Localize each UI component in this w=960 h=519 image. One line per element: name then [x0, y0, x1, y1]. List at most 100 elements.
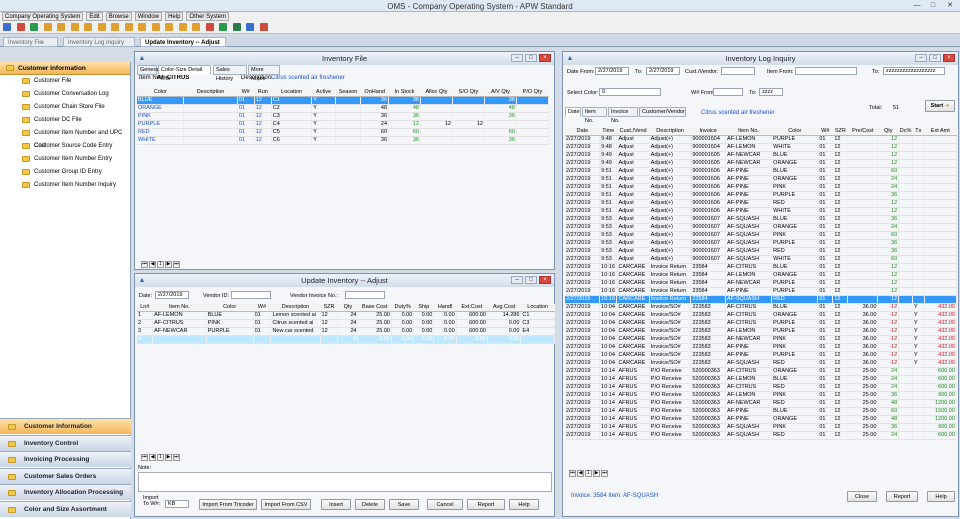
close-icon[interactable]: ×: [943, 54, 955, 62]
update-action-button[interactable]: Import From CSV: [261, 499, 311, 510]
column-header[interactable]: Ext.Cost: [456, 304, 488, 313]
doc-tab[interactable]: Update Inventory -- Adjust: [140, 37, 226, 47]
restore-icon[interactable]: □: [929, 54, 941, 62]
toolbar-button-icon[interactable]: [178, 23, 187, 31]
item-to-field[interactable]: zzzzzzzzzzzzzzzzzz: [883, 67, 945, 75]
table-row[interactable]: 3 AF-NEWCAR PURPLE 01 New car scented 12 24 25.…: [137, 327, 555, 337]
table-row[interactable]: 2/27/2019 10:14 AFRUS P/O Receive 520000363 A…: [565, 383, 958, 393]
nav-item[interactable]: Customer DC File: [0, 114, 130, 127]
table-row[interactable]: 2/27/2019 10:04 CARCARE Invoice/SO# 223583 AF…: [565, 343, 958, 353]
column-header[interactable]: Season: [335, 89, 361, 98]
update-action-button[interactable]: Insert: [321, 499, 351, 510]
toolbar-button-icon[interactable]: [97, 23, 106, 31]
column-header[interactable]: Date: [565, 128, 600, 137]
column-header[interactable]: Ship: [413, 304, 434, 313]
nav-section[interactable]: Inventory Allocation Processing: [0, 484, 131, 500]
column-header[interactable]: A/V Qty: [484, 89, 517, 98]
menu-item[interactable]: Help: [165, 12, 184, 21]
log-tab[interactable]: Invoice No.: [608, 107, 638, 124]
toolbar-button-icon[interactable]: [43, 23, 52, 31]
vendor-id-field[interactable]: [231, 291, 271, 299]
update-action-button[interactable]: Import From Tricoder: [199, 499, 257, 510]
table-row[interactable]: 2/27/2019 9:51 Adjust Adjust(+) 900001606 AF-…: [565, 191, 958, 201]
table-row[interactable]: RED 01 12 C5 Y 60 60 60: [137, 128, 550, 138]
inventory-grid[interactable]: Color Description W# Run Location Active Seaso…: [137, 89, 550, 146]
nav-section[interactable]: Inventory Control: [0, 434, 131, 451]
table-row[interactable]: 2/27/2019 9:51 Adjust Adjust(+) 900001606 AF-…: [565, 167, 958, 177]
toolbar-button-icon[interactable]: [259, 23, 268, 31]
toolbar-button-icon[interactable]: [124, 23, 133, 31]
table-row[interactable]: 2/27/2019 9:53 Adjust Adjust(+) 900001607 AF-…: [565, 231, 958, 241]
maximize-icon[interactable]: □: [926, 1, 940, 10]
column-header[interactable]: Location: [520, 304, 555, 313]
adjust-grid[interactable]: Ln# Item No. Color W# Description SZR Qty Base …: [137, 304, 555, 345]
table-row[interactable]: 4 0 0.00 0.00 0.00 0.00 0.00 0.00: [137, 335, 555, 345]
restore-icon[interactable]: □: [525, 276, 537, 284]
inventory-tab[interactable]: Color-Size Detail Info: [158, 65, 211, 82]
table-row[interactable]: 2/27/2019 10:04 CARCARE Invoice/SO# 223583 AF…: [565, 327, 958, 337]
table-row[interactable]: 2/27/2019 10:14 AFRUS P/O Receive 520000363 A…: [565, 375, 958, 385]
item-from-field[interactable]: [795, 67, 857, 75]
column-header[interactable]: Invoice: [690, 128, 726, 137]
nav-item[interactable]: Customer Conversation Log: [0, 88, 130, 101]
log-grid[interactable]: Date Time Cust./Vend Description Invoice Item…: [565, 128, 958, 441]
column-header[interactable]: Color: [206, 304, 254, 313]
column-header[interactable]: Color: [771, 128, 818, 137]
doc-tab[interactable]: Inventory File: [3, 37, 58, 47]
toolbar-button-icon[interactable]: [70, 23, 79, 31]
table-row[interactable]: 2/27/2019 9:53 Adjust Adjust(+) 900001607 AF-…: [565, 255, 958, 265]
nav-section[interactable]: Customer Information: [0, 418, 131, 434]
table-row[interactable]: 2/27/2019 10:04 CARCARE Invoice/SO# 223583 AF…: [565, 311, 958, 321]
table-row[interactable]: 2/27/2019 9:51 Adjust Adjust(+) 900001606 AF-…: [565, 199, 958, 209]
column-header[interactable]: S/O Qty: [452, 89, 485, 98]
close-icon[interactable]: ×: [539, 54, 551, 62]
table-row[interactable]: 2/27/2019 9:51 Adjust Adjust(+) 900001606 AF-…: [565, 183, 958, 193]
nav-item[interactable]: Customer Item Number and UPC Cod: [0, 127, 130, 149]
column-header[interactable]: Description: [270, 304, 321, 313]
w-to-field[interactable]: zzzz: [759, 88, 783, 96]
menu-item[interactable]: Window: [134, 12, 163, 21]
table-row[interactable]: 2/27/2019 10:16 CARCARE Invoice Return 23584…: [565, 279, 958, 289]
log-tab[interactable]: Item No.: [582, 107, 607, 124]
table-row[interactable]: 2/27/2019 10:14 AFRUS P/O Receive 520000363 A…: [565, 399, 958, 409]
column-header[interactable]: Tx: [912, 128, 925, 137]
column-header[interactable]: Item No.: [152, 304, 207, 313]
toolbar-button-icon[interactable]: [111, 23, 119, 31]
toolbar-button-icon[interactable]: [3, 23, 11, 31]
table-row[interactable]: 2/27/2019 10:14 AFRUS P/O Receive 520000363 A…: [565, 423, 958, 433]
table-row[interactable]: 2/27/2019 10:16 CARCARE Invoice Return 23584…: [565, 295, 958, 305]
column-header[interactable]: Qty: [337, 304, 358, 313]
nav-item[interactable]: Customer Source Code Entry: [0, 140, 130, 153]
column-header[interactable]: In Stock: [388, 89, 421, 98]
nav-item[interactable]: Customer File: [0, 75, 130, 88]
date-to-field[interactable]: 2/27/2019: [646, 67, 680, 75]
minimize-icon[interactable]: –: [511, 54, 523, 62]
column-header[interactable]: W#: [237, 89, 255, 98]
toolbar-button-icon[interactable]: [138, 23, 146, 31]
column-header[interactable]: Description: [649, 128, 691, 137]
restore-icon[interactable]: □: [525, 54, 537, 62]
table-row[interactable]: 2/27/2019 9:53 Adjust Adjust(+) 900001607 AF-…: [565, 239, 958, 249]
column-header[interactable]: Cust./Vend: [616, 128, 650, 137]
toolbar-button-icon[interactable]: [232, 23, 241, 31]
toolbar-button-icon[interactable]: [192, 23, 200, 31]
nav-section[interactable]: Customer Sales Orders: [0, 467, 131, 484]
table-row[interactable]: 2/27/2019 9:53 Adjust Adjust(+) 900001607 AF-…: [565, 223, 958, 233]
column-header[interactable]: Base Cost: [357, 304, 392, 313]
start-button[interactable]: Start ➜: [925, 100, 955, 112]
pager[interactable]: ⏮ ◀ 1 ▶ ⏭: [141, 454, 180, 462]
inventory-tab[interactable]: More Notes: [248, 65, 280, 82]
column-header[interactable]: Avg.Cost: [487, 304, 521, 313]
table-row[interactable]: 2/27/2019 9:51 Adjust Adjust(+) 900001606 AF-…: [565, 207, 958, 217]
column-header[interactable]: W#: [253, 304, 271, 313]
log-action-button[interactable]: Help: [927, 491, 955, 502]
toolbar-button-icon[interactable]: [205, 23, 214, 31]
toolbar-button-icon[interactable]: [84, 23, 92, 31]
table-row[interactable]: 2/27/2019 9:48 Adjust Adjust(+) 900001604 AF-…: [565, 135, 958, 145]
minimize-icon[interactable]: —: [910, 1, 924, 10]
nav-item[interactable]: Customer Chain Store File: [0, 101, 130, 114]
table-row[interactable]: 2/27/2019 9:51 Adjust Adjust(+) 900001606 AF-…: [565, 175, 958, 185]
date-from-field[interactable]: 2/27/2019: [595, 67, 629, 75]
column-header[interactable]: Ext Amt: [924, 128, 957, 137]
log-action-button[interactable]: Close: [847, 491, 877, 502]
